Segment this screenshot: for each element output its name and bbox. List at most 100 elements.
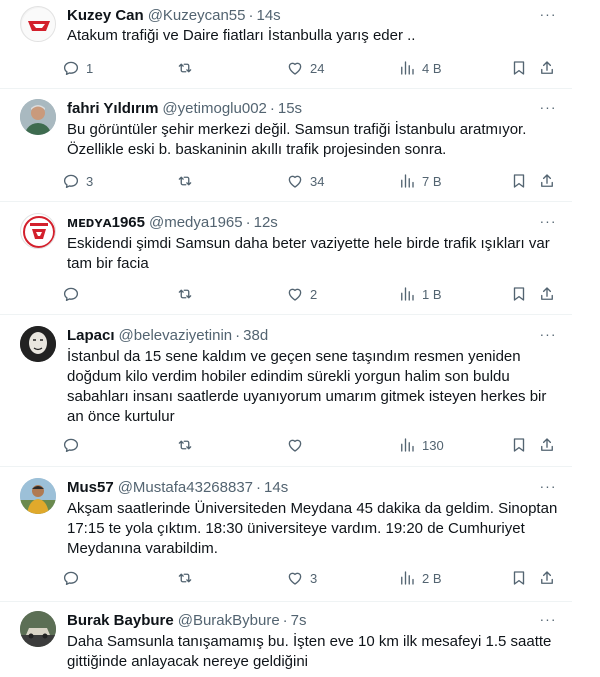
repost-icon (178, 289, 192, 299)
bookmark-button[interactable] (510, 435, 528, 455)
more-options-button[interactable]: ··· (538, 214, 558, 234)
author-handle[interactable]: @Mustafa43268837 (118, 479, 253, 496)
views-chart-icon (401, 61, 414, 75)
like-button[interactable]: 34 (286, 171, 324, 191)
share-button[interactable] (538, 568, 556, 588)
share-button[interactable] (538, 58, 556, 78)
share-button[interactable] (538, 284, 556, 304)
reply-button[interactable]: 3 (62, 171, 93, 191)
club-logo-icon (22, 8, 55, 41)
heart-icon (288, 572, 302, 585)
timestamp[interactable]: 14s (264, 479, 288, 496)
timestamp[interactable]: 15s (278, 100, 302, 117)
more-icon: ··· (539, 326, 557, 342)
views-chart-icon (401, 571, 414, 585)
reply-icon (63, 571, 79, 586)
avatar[interactable] (20, 99, 56, 135)
tweet[interactable]: fahri Yıldırım @yetimoglu002 · 15s ··· Bu g… (0, 88, 572, 202)
bookmark-icon (513, 174, 525, 188)
more-icon: ··· (539, 99, 557, 115)
tweet[interactable]: Lapacı @belevaziyetinin · 38d ··· İstanbul … (0, 314, 572, 467)
more-options-button[interactable]: ··· (538, 99, 558, 120)
like-count: 2 (310, 286, 318, 302)
reply-button[interactable]: 1 (62, 58, 93, 78)
action-bar: 3 34 7 B (62, 171, 562, 191)
author-handle[interactable]: @BurakBybure (178, 612, 280, 629)
avatar[interactable] (20, 611, 56, 647)
tweet[interactable]: Mus57 @Mustafa43268837 · 14s ··· Akşam saat… (0, 466, 572, 602)
separator-dot: · (248, 7, 254, 24)
like-button[interactable]: 2 (286, 284, 317, 304)
views-button[interactable]: 1 B (398, 284, 442, 304)
action-bar: 130 (62, 435, 562, 455)
like-count: 3 (310, 570, 318, 586)
author-handle[interactable]: @Kuzeycan55 (148, 7, 246, 24)
action-bar: 1 24 4 B (62, 58, 562, 78)
reply-button[interactable] (62, 435, 86, 455)
author-name[interactable]: Lapacı (67, 327, 115, 344)
bookmark-icon (513, 287, 525, 301)
share-button[interactable] (538, 435, 556, 455)
more-options-button[interactable]: ··· (538, 611, 558, 632)
more-options-button[interactable]: ··· (538, 7, 558, 27)
bookmark-button[interactable] (510, 58, 528, 78)
views-button[interactable]: 7 B (398, 171, 442, 191)
tweet-text: İstanbul da 15 sene kaldım ve geçen sene… (67, 348, 547, 425)
more-options-button[interactable]: ··· (538, 479, 558, 499)
repost-button[interactable] (176, 58, 200, 78)
author-name[interactable]: fahri Yıldırım (67, 100, 158, 117)
bookmark-button[interactable] (510, 171, 528, 191)
heart-icon (288, 175, 302, 188)
avatar[interactable] (20, 326, 56, 362)
views-button[interactable]: 130 (398, 435, 444, 455)
repost-button[interactable] (176, 568, 200, 588)
author-name[interactable]: ᴍᴇᴅʏᴀ1965 (67, 214, 145, 231)
like-button[interactable]: 3 (286, 568, 317, 588)
views-button[interactable]: 2 B (398, 568, 442, 588)
timestamp[interactable]: 12s (254, 214, 278, 231)
author-handle[interactable]: @yetimoglu002 (162, 100, 266, 117)
repost-button[interactable] (176, 435, 200, 455)
bookmark-icon (513, 438, 525, 452)
more-options-button[interactable]: ··· (538, 326, 558, 347)
separator-dot: · (256, 479, 262, 496)
author-handle[interactable]: @belevaziyetinin (119, 327, 233, 344)
action-bar: 2 1 B (62, 284, 562, 304)
views-button[interactable]: 4 B (398, 58, 442, 78)
share-button[interactable] (538, 171, 556, 191)
like-count: 34 (310, 173, 325, 189)
author-name[interactable]: Kuzey Can (67, 7, 144, 24)
avatar[interactable] (20, 213, 56, 249)
reply-icon (63, 438, 79, 453)
repost-button[interactable] (176, 284, 200, 304)
bookmark-button[interactable] (510, 568, 528, 588)
views-chart-icon (401, 438, 414, 452)
timestamp[interactable]: 14s (256, 7, 280, 24)
avatar[interactable] (20, 6, 56, 42)
repost-icon (178, 573, 192, 583)
view-count: 4 B (422, 60, 442, 76)
like-button[interactable] (286, 435, 310, 455)
repost-button[interactable] (176, 171, 200, 191)
author-name[interactable]: Burak Baybure (67, 612, 174, 629)
view-count: 7 B (422, 173, 442, 189)
share-icon (541, 287, 553, 300)
view-count: 1 B (422, 286, 442, 302)
author-handle[interactable]: @medya1965 (149, 214, 243, 231)
timestamp[interactable]: 38d (243, 327, 268, 344)
view-count: 2 B (422, 570, 442, 586)
tweet-text: Daha Samsunla tanışamamış bu. İşten eve … (67, 633, 552, 670)
bookmark-button[interactable] (510, 284, 528, 304)
reply-button[interactable] (62, 284, 86, 304)
tweet[interactable]: ᴍᴇᴅʏᴀ1965 @medya1965 · 12s ··· Eskidendi şi… (0, 201, 572, 315)
tweet[interactable]: Burak Baybure @BurakBybure · 7s ··· Daha Sa… (0, 601, 572, 677)
tweet-text: Akşam saatlerinde Üniversiteden Meydana … (67, 500, 558, 557)
more-icon: ··· (539, 611, 557, 627)
share-icon (541, 61, 553, 74)
author-name[interactable]: Mus57 (67, 479, 114, 496)
avatar[interactable] (20, 478, 56, 514)
reply-button[interactable] (62, 568, 86, 588)
timestamp[interactable]: 7s (291, 612, 307, 629)
tweet[interactable]: Kuzey Can @Kuzeycan55 · 14s ··· Atakum traf… (0, 0, 572, 89)
like-button[interactable]: 24 (286, 58, 324, 78)
